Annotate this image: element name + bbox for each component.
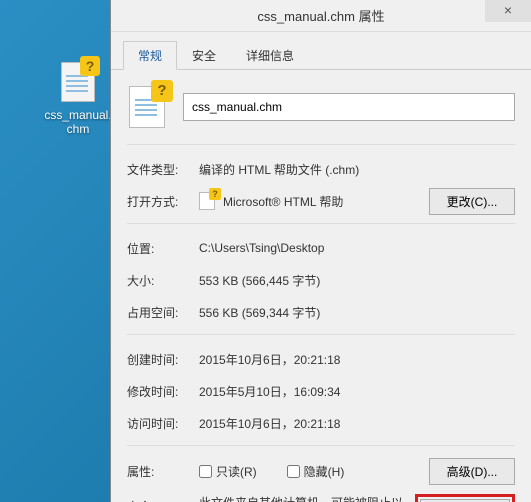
change-button[interactable]: 更改(C)... <box>429 188 515 215</box>
separator <box>127 445 515 446</box>
desktop-file-icon[interactable]: ? css_manual. chm <box>38 60 118 136</box>
desktop-area: ? css_manual. chm <box>0 0 110 502</box>
filename-input[interactable] <box>183 93 515 121</box>
created-value: 2015年10月6日，20:21:18 <box>199 351 515 368</box>
accessed-label: 访问时间: <box>127 415 199 432</box>
readonly-checkbox[interactable]: 只读(R) <box>199 463 257 480</box>
dialog-body: ? 文件类型: 编译的 HTML 帮助文件 (.chm) 打开方式: ? Mic… <box>111 70 531 502</box>
size-label: 大小: <box>127 272 199 289</box>
security-text: 此文件来自其他计算机，可能被阻止以帮助保护该计算机。 <box>199 494 415 502</box>
modified-label: 修改时间: <box>127 383 199 400</box>
chm-small-icon: ? <box>199 191 217 211</box>
openwith-label: 打开方式: <box>127 193 199 210</box>
close-button[interactable]: × <box>485 0 531 22</box>
sizeondisk-value: 556 KB (569,344 字节) <box>199 304 515 321</box>
modified-value: 2015年5月10日，16:09:34 <box>199 383 515 400</box>
tabs: 常规 安全 详细信息 <box>111 32 531 70</box>
size-value: 553 KB (566,445 字节) <box>199 272 515 289</box>
readonly-input[interactable] <box>199 465 212 478</box>
filetype-label: 文件类型: <box>127 161 199 178</box>
separator <box>127 223 515 224</box>
separator <box>127 334 515 335</box>
chm-file-icon: ? <box>58 60 98 104</box>
advanced-button[interactable]: 高级(D)... <box>429 458 515 485</box>
attributes-label: 属性: <box>127 463 199 480</box>
file-type-icon: ? <box>127 84 169 130</box>
created-label: 创建时间: <box>127 351 199 368</box>
hidden-input[interactable] <box>287 465 300 478</box>
filetype-value: 编译的 HTML 帮助文件 (.chm) <box>199 161 515 178</box>
properties-dialog: css_manual.chm 属性 × 常规 安全 详细信息 ? 文件类型: 编… <box>110 0 531 502</box>
hidden-checkbox[interactable]: 隐藏(H) <box>287 463 345 480</box>
titlebar[interactable]: css_manual.chm 属性 × <box>111 0 531 32</box>
window-title: css_manual.chm 属性 <box>257 6 384 25</box>
unblock-highlight: 解除锁定(K) <box>415 494 515 502</box>
security-label: 安全: <box>127 494 199 502</box>
accessed-value: 2015年10月6日，20:21:18 <box>199 415 515 432</box>
sizeondisk-label: 占用空间: <box>127 304 199 321</box>
tab-details[interactable]: 详细信息 <box>231 41 309 70</box>
hidden-label: 隐藏(H) <box>304 463 345 480</box>
location-label: 位置: <box>127 240 199 257</box>
readonly-label: 只读(R) <box>216 463 257 480</box>
tab-security[interactable]: 安全 <box>177 41 231 70</box>
openwith-value: Microsoft® HTML 帮助 <box>223 193 343 210</box>
desktop-file-label: css_manual. chm <box>38 108 118 136</box>
tab-general[interactable]: 常规 <box>123 41 177 70</box>
location-value: C:\Users\Tsing\Desktop <box>199 241 515 255</box>
separator <box>127 144 515 145</box>
